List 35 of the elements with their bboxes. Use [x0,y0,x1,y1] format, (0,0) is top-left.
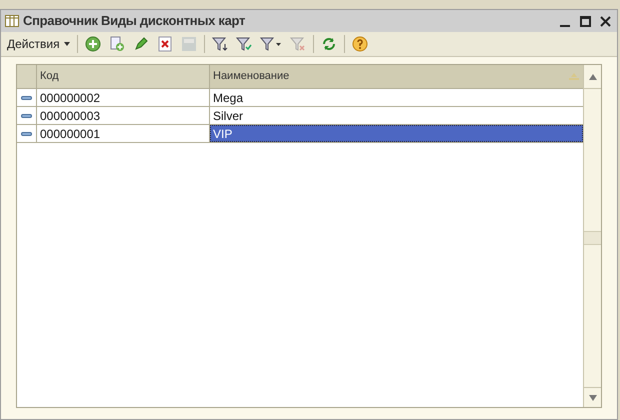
filter-clear-icon [290,36,306,52]
add-icon [84,36,101,52]
table-icon [5,15,19,27]
table-row[interactable]: 000000002 Mega [17,89,583,107]
table-row[interactable]: 000000001 VIP [17,125,583,143]
sort-icon [568,72,580,80]
table-cell-text: Silver [212,108,244,124]
table-cell: 000000003 [37,107,210,124]
filter-icon [260,36,282,52]
copy-icon [108,36,125,52]
table-cell-text: Mega [212,90,244,106]
actions-menu-button[interactable]: Действия [5,35,72,53]
help-button[interactable] [350,34,370,54]
add-button[interactable] [82,34,103,54]
scroll-up-icon[interactable] [588,74,596,80]
maximize-button[interactable] [577,13,593,29]
filter-icon [212,36,228,52]
item-icon [21,96,32,100]
close-icon [600,16,610,26]
refresh-icon [320,36,337,52]
item-icon [21,114,32,118]
window-title: Справочник Виды дисконтных карт [23,12,246,30]
scroll-down-icon[interactable] [588,394,596,400]
help-icon [352,36,368,52]
pencil-icon [132,36,149,52]
table-cell: VIP [210,125,583,142]
column-header[interactable]: Наименование [210,65,583,88]
filter-icon [236,36,252,52]
table-cell: 000000002 [37,89,210,106]
caret-icon [64,42,70,46]
scroll-thumb[interactable] [584,231,601,245]
save-icon [180,36,197,52]
delete-icon [156,36,173,52]
scrollbar[interactable] [583,65,601,407]
item-icon [21,132,32,136]
